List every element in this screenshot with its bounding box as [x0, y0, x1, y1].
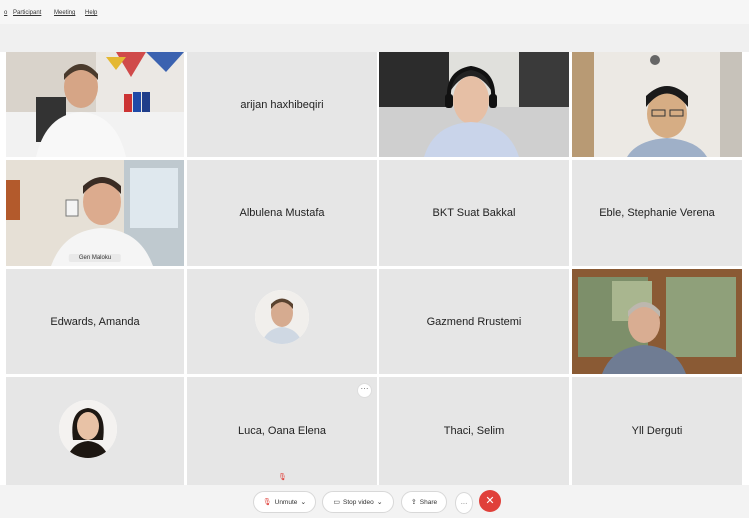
- participant-tile-video[interactable]: [572, 52, 742, 157]
- participant-name: Thaci, Selim: [443, 425, 505, 437]
- unmute-button[interactable]: 🎙 Unmute ⌄: [253, 491, 316, 513]
- stop-video-label: Stop video: [343, 498, 374, 506]
- participant-tile[interactable]: Eble, Stephanie Verena: [572, 160, 742, 266]
- end-call-icon: ✕: [485, 495, 495, 507]
- participant-video: [6, 160, 184, 266]
- share-icon: ⇪: [410, 499, 417, 506]
- participant-name: Edwards, Amanda: [50, 315, 140, 328]
- chevron-down-icon: ⌄: [376, 499, 383, 506]
- participant-name-label: Gen Maloku: [68, 254, 122, 262]
- participant-video: [572, 269, 742, 374]
- participant-tile-avatar[interactable]: [187, 269, 377, 374]
- video-camera-icon: ▭: [333, 499, 341, 506]
- participant-tile-video[interactable]: [6, 52, 184, 157]
- participant-name: BKT Suat Bakkal: [432, 207, 516, 219]
- participant-tile-avatar[interactable]: [6, 377, 184, 485]
- participant-name: Eble, Stephanie Verena: [599, 207, 715, 219]
- tile-more-options-icon[interactable]: ···: [357, 383, 372, 398]
- participant-tile[interactable]: BKT Suat Bakkal: [379, 160, 569, 266]
- chevron-down-icon: ⌄: [300, 499, 307, 506]
- microphone-muted-indicator-icon: 🎙: [278, 474, 287, 481]
- avatar: [255, 290, 309, 344]
- avatar: [59, 400, 117, 458]
- menu-item-help[interactable]: Help: [85, 10, 97, 16]
- participant-tile[interactable]: Gazmend Rrustemi: [379, 269, 569, 374]
- share-button[interactable]: ⇪ Share: [401, 491, 447, 513]
- participant-tile[interactable]: ··· Luca, Oana Elena: [187, 377, 377, 485]
- stop-video-button[interactable]: ▭ Stop video ⌄: [322, 491, 394, 513]
- participant-tile-video[interactable]: [572, 269, 742, 374]
- menu-item-meeting[interactable]: Meeting: [54, 10, 75, 16]
- participant-tile-active-speaker[interactable]: Gen Maloku: [6, 160, 184, 266]
- top-band: [0, 24, 749, 52]
- menu-bar: o Participant Meeting Help: [0, 0, 749, 24]
- unmute-label: Unmute: [274, 498, 298, 506]
- participant-tile[interactable]: Edwards, Amanda: [6, 269, 184, 374]
- share-label: Share: [419, 498, 438, 506]
- menu-item-view[interactable]: o: [4, 10, 7, 16]
- participant-name: Albulena Mustafa: [239, 207, 325, 219]
- participant-tile[interactable]: arijan haxhibeqiri: [187, 52, 377, 157]
- participant-grid: arijan haxhibeqiri Gen Maloku Albulena M…: [0, 52, 749, 485]
- participant-name: Luca, Oana Elena: [237, 425, 327, 437]
- meeting-toolbar: 🎙 Unmute ⌄ ▭ Stop video ⌄ ⇪ Share ··· ✕: [0, 485, 749, 518]
- end-call-button[interactable]: ✕: [479, 490, 501, 512]
- participant-name: arijan haxhibeqiri: [240, 98, 324, 111]
- participant-tile[interactable]: Albulena Mustafa: [187, 160, 377, 266]
- participant-name: Yll Derguti: [631, 425, 683, 437]
- avatar-image: [255, 290, 309, 344]
- microphone-muted-icon: 🎙: [262, 499, 272, 506]
- avatar-image: [59, 400, 117, 458]
- participant-tile-video[interactable]: [379, 52, 569, 157]
- more-button[interactable]: ···: [455, 492, 473, 514]
- more-icon: ···: [460, 499, 468, 507]
- menu-item-participant[interactable]: Participant: [13, 10, 41, 16]
- participant-tile[interactable]: Yll Derguti: [572, 377, 742, 485]
- participant-tile[interactable]: Thaci, Selim: [379, 377, 569, 485]
- participant-video: [572, 52, 742, 157]
- participant-video: [6, 52, 184, 157]
- participant-video: [379, 52, 569, 157]
- participant-name: Gazmend Rrustemi: [426, 315, 522, 328]
